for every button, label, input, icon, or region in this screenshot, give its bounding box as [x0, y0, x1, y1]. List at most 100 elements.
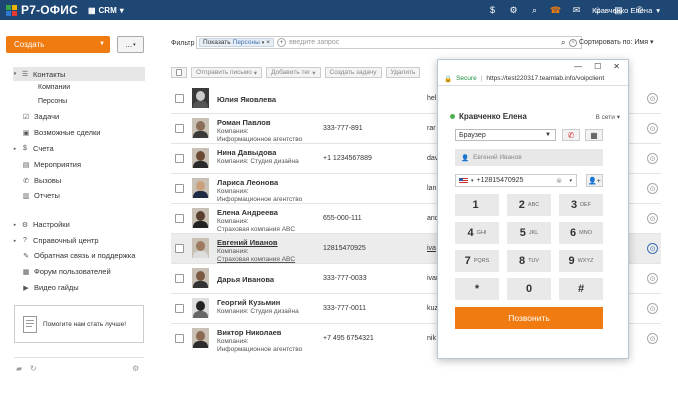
close-icon[interactable]: ×: [266, 39, 270, 46]
sidebar-subitem-persons[interactable]: Персоны: [38, 98, 67, 105]
sidebar-item-reports[interactable]: ▥ Отчеты: [22, 191, 60, 200]
row-checkbox[interactable]: [175, 274, 184, 283]
create-task-button[interactable]: Создать задачу: [324, 67, 382, 78]
sidebar-item-events[interactable]: ▤ Мероприятия: [22, 160, 81, 169]
feedback-banner[interactable]: Помогите нам стать лучше!: [14, 305, 144, 343]
row-checkbox[interactable]: [175, 334, 184, 343]
phone-icon[interactable]: ☎: [545, 0, 566, 20]
sidebar-item-deals[interactable]: ▣ Возможные сделки: [22, 128, 101, 137]
status-circle-icon[interactable]: ⊙: [647, 153, 658, 164]
contact-email[interactable]: lan: [427, 185, 436, 192]
dial-key-6[interactable]: 6 MNO: [559, 222, 603, 244]
dialpad-icon[interactable]: ▦: [585, 129, 603, 141]
sidebar-item-video[interactable]: ▶ Видео гайды: [22, 283, 78, 292]
company-name[interactable]: Информационное агентство: [217, 346, 302, 353]
sidebar-item-tasks[interactable]: ☑ Задачи: [22, 112, 59, 121]
module-switcher[interactable]: ▦ CRM ▾: [88, 6, 124, 15]
create-button[interactable]: Создать ▼: [6, 36, 110, 53]
contact-phone[interactable]: 655-000-111: [323, 215, 362, 222]
contact-name[interactable]: Георгий Кузьмин: [217, 298, 280, 307]
company-name[interactable]: Страховая компания ABC: [217, 226, 295, 233]
dollar-icon[interactable]: $: [482, 0, 503, 20]
contact-name[interactable]: Дарья Иванова: [217, 275, 274, 284]
contact-name[interactable]: Евгений Иванов: [217, 238, 278, 247]
row-checkbox[interactable]: [175, 154, 184, 163]
search-icon[interactable]: ⌕: [524, 0, 545, 20]
sidebar-subitem-companies[interactable]: Компании: [38, 84, 70, 91]
clear-icon[interactable]: ×: [569, 39, 577, 47]
contact-phone[interactable]: 333-777-891: [323, 125, 363, 132]
status-circle-icon[interactable]: ⊙: [647, 273, 658, 284]
contact-name[interactable]: Лариса Леонова: [217, 178, 278, 187]
refresh-icon[interactable]: ↻: [30, 364, 37, 373]
status-circle-icon[interactable]: ⊙: [647, 93, 658, 104]
contact-name[interactable]: Елена Андреева: [217, 208, 278, 217]
clear-icon[interactable]: ⊗: [556, 177, 562, 185]
select-all-checkbox[interactable]: [171, 67, 187, 78]
dial-key-1[interactable]: 1: [455, 194, 499, 216]
dial-key-7[interactable]: 7 PQRS: [455, 250, 499, 272]
company-name[interactable]: Студия дизайна: [250, 158, 298, 165]
status-dropdown[interactable]: В сети ▾: [596, 113, 620, 121]
dial-key-8[interactable]: 8 TUV: [507, 250, 551, 272]
sidebar-item-invoices[interactable]: ▸ $ Счета: [13, 144, 54, 153]
status-circle-icon[interactable]: ⊙: [647, 183, 658, 194]
contact-email[interactable]: iva: [427, 245, 436, 252]
contact-phone[interactable]: +7 495 6754321: [323, 335, 374, 342]
minimize-icon[interactable]: —: [574, 62, 582, 71]
sidebar-item-forum[interactable]: ▦ Форум пользователей: [22, 267, 111, 276]
mail-icon[interactable]: ✉: [566, 0, 587, 20]
add-tag-button[interactable]: Добавить тег ▾: [266, 67, 321, 78]
dial-key-3[interactable]: 3 DEF: [559, 194, 603, 216]
dial-key-4[interactable]: 4 GHI: [455, 222, 499, 244]
row-checkbox[interactable]: [175, 124, 184, 133]
contact-email[interactable]: rar: [427, 125, 436, 132]
contact-email[interactable]: hel: [427, 95, 436, 102]
sidebar-item-feedback[interactable]: ✎ Обратная связь и поддержка: [22, 251, 135, 260]
status-circle-icon[interactable]: ⊙: [647, 303, 658, 314]
company-name[interactable]: Информационное агентство: [217, 196, 302, 203]
status-circle-icon[interactable]: ⊙: [647, 213, 658, 224]
add-contact-icon[interactable]: 👤+: [586, 174, 603, 187]
row-checkbox[interactable]: [175, 94, 184, 103]
status-circle-icon[interactable]: ⊙: [647, 243, 658, 254]
phone-number-input[interactable]: ▾ +12815470925 ⊗ ▾: [455, 174, 577, 187]
sidebar-item-help[interactable]: ▸ ? Справочный центр: [13, 236, 99, 245]
close-icon[interactable]: ✕: [613, 62, 620, 71]
company-name[interactable]: Информационное агентство: [217, 136, 302, 143]
company-name[interactable]: Студия дизайна: [250, 308, 298, 315]
delete-button[interactable]: Удалить: [385, 67, 421, 78]
contact-email[interactable]: nik: [427, 335, 436, 342]
maximize-icon[interactable]: ☐: [594, 62, 601, 71]
add-filter-icon[interactable]: +: [277, 38, 287, 47]
search-icon[interactable]: ⌕: [561, 38, 565, 48]
filter-input[interactable]: Показать Персоны ▾ × + введите запрос ×: [196, 36, 582, 49]
contact-name[interactable]: Нина Давыдова: [217, 148, 276, 157]
row-checkbox[interactable]: [175, 214, 184, 223]
send-email-button[interactable]: Отправить письмо ▾: [191, 67, 262, 78]
dial-key-star[interactable]: *: [455, 278, 499, 300]
dial-key-5[interactable]: 5 JKL: [507, 222, 551, 244]
sidebar-item-contacts[interactable]: ▾ ☰ Контакты: [13, 67, 145, 81]
sort-control[interactable]: Сортировать по: Имя ▾: [579, 38, 653, 46]
device-select[interactable]: Браузер ▼: [455, 129, 556, 141]
contact-phone[interactable]: +1 1234567889: [323, 155, 372, 162]
call-button[interactable]: Позвонить: [455, 307, 603, 329]
sidebar-item-calls[interactable]: ✆ Вызовы: [22, 176, 61, 185]
hangup-icon[interactable]: ✆: [562, 129, 580, 141]
contact-phone[interactable]: 12815470925: [323, 245, 366, 252]
company-name[interactable]: Страховая компания ABC: [217, 256, 295, 263]
contact-name[interactable]: Юлия Яковлева: [217, 95, 276, 104]
contact-field[interactable]: 👤 Евгений Иванов: [455, 149, 603, 166]
row-checkbox[interactable]: [175, 304, 184, 313]
user-menu[interactable]: Кравченко Елена ▾: [592, 0, 660, 20]
row-checkbox[interactable]: [175, 184, 184, 193]
dial-key-hash[interactable]: #: [559, 278, 603, 300]
contact-phone[interactable]: 333-777-0011: [323, 305, 366, 312]
status-circle-icon[interactable]: ⊙: [647, 123, 658, 134]
app-logo[interactable]: Р7-ОФИС: [6, 3, 78, 17]
contact-name[interactable]: Виктор Николаев: [217, 328, 281, 337]
dial-key-2[interactable]: 2 ABC: [507, 194, 551, 216]
contact-phone[interactable]: 333-777-0033: [323, 275, 367, 282]
filter-chip[interactable]: Показать Персоны ▾ ×: [199, 38, 275, 47]
